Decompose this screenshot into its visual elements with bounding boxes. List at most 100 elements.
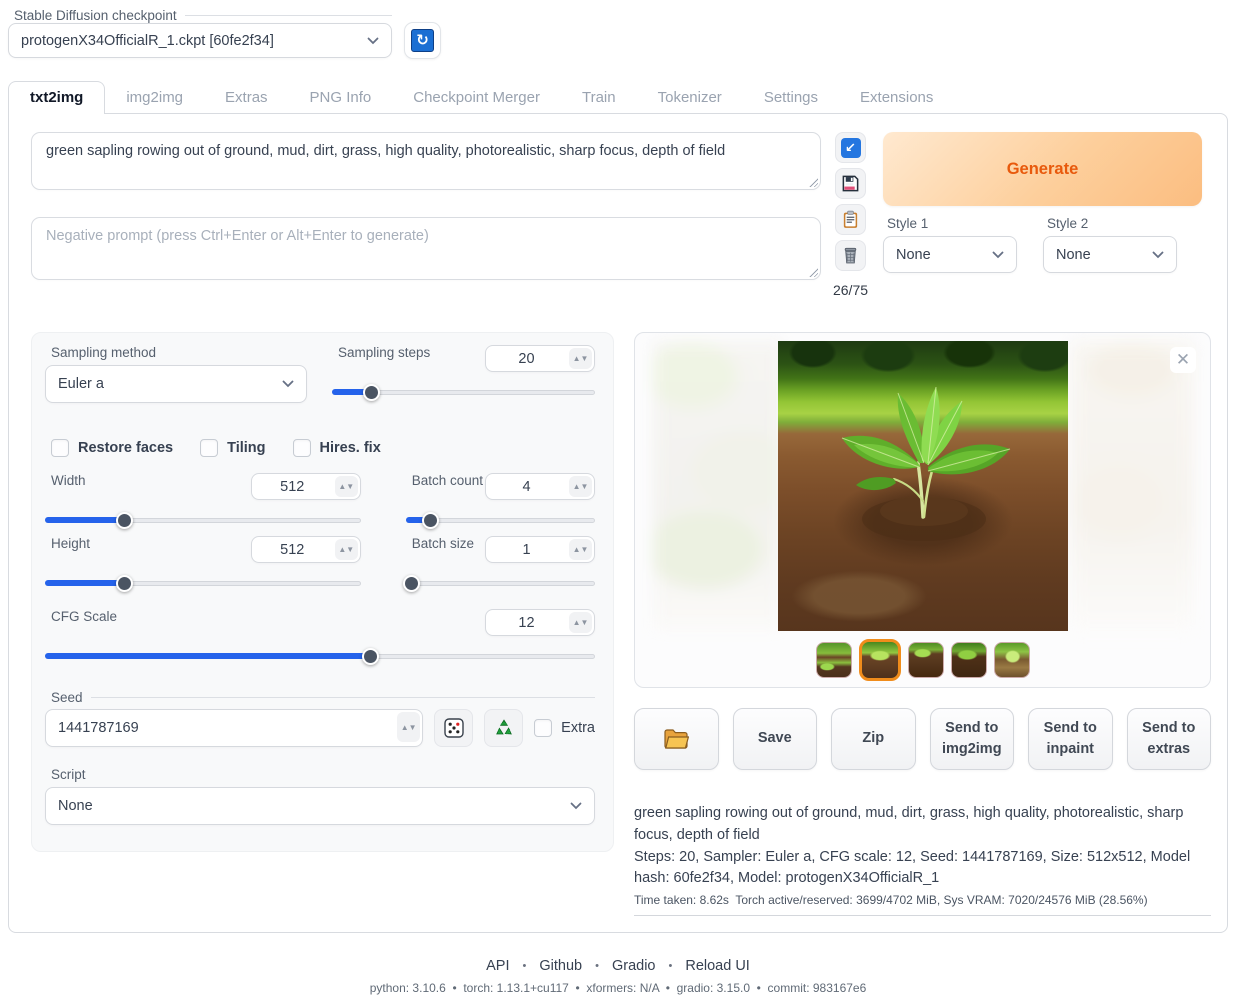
thumbnail-3[interactable]	[908, 642, 944, 678]
style2-select[interactable]: None	[1043, 236, 1177, 273]
width-label: Width	[51, 473, 86, 488]
style1-value: None	[896, 247, 931, 263]
height-input[interactable]: ▲▼	[251, 536, 361, 563]
random-seed-button[interactable]	[434, 709, 473, 747]
save-button[interactable]: Save	[733, 708, 818, 770]
tiling-checkbox[interactable]: Tiling	[200, 439, 265, 457]
style1-select[interactable]: None	[883, 236, 1017, 273]
send-to-img2img-button[interactable]: Send to img2img	[930, 708, 1015, 770]
output-actions: Save Zip Send to img2img Send to inpaint…	[634, 708, 1211, 770]
gallery-thumbnails	[635, 639, 1210, 681]
paste-params-button[interactable]: ↙	[835, 132, 866, 163]
chevron-down-icon	[570, 802, 582, 810]
cfg-scale-slider[interactable]	[45, 648, 595, 664]
seed-input[interactable]: ▲▼	[45, 709, 423, 747]
clear-prompt-button[interactable]	[835, 240, 866, 271]
sampling-method-select[interactable]: Euler a	[45, 365, 307, 403]
extra-label: Extra	[561, 720, 595, 736]
thumbnail-5[interactable]	[994, 642, 1030, 678]
checkpoint-header: Stable Diffusion checkpoint protogenX34O…	[8, 8, 1228, 59]
stepper-arrows[interactable]: ▲▼	[397, 712, 420, 742]
refresh-icon: ↻	[411, 29, 434, 52]
checkbox-box	[534, 719, 552, 737]
batch-size-value[interactable]	[486, 542, 567, 558]
cfg-scale-label: CFG Scale	[51, 609, 117, 624]
reuse-seed-button[interactable]	[484, 709, 523, 747]
checkbox-box	[293, 439, 311, 457]
cfg-scale-input[interactable]: ▲▼	[485, 609, 595, 636]
batch-count-label: Batch count	[412, 473, 483, 488]
prompt-input[interactable]: green sapling rowing out of ground, mud,…	[31, 132, 821, 190]
thumbnail-4[interactable]	[951, 642, 987, 678]
label-line	[185, 15, 392, 16]
generated-image[interactable]	[778, 341, 1068, 631]
info-prompt-text: green sapling rowing out of ground, mud,…	[634, 803, 1211, 847]
send-to-extras-button[interactable]: Send to extras	[1127, 708, 1212, 770]
sampling-steps-input[interactable]: ▲▼	[485, 345, 595, 372]
footer-link-reload-ui[interactable]: Reload UI	[685, 958, 749, 974]
tab-tokenizer[interactable]: Tokenizer	[637, 82, 743, 114]
seed-value[interactable]	[46, 720, 395, 736]
tab-img2img[interactable]: img2img	[105, 82, 204, 114]
recycle-icon	[493, 717, 515, 739]
refresh-checkpoints-button[interactable]: ↻	[404, 22, 441, 59]
negative-prompt-input[interactable]	[31, 217, 821, 280]
footer-link-api[interactable]: API	[486, 958, 509, 974]
sampling-steps-slider[interactable]	[332, 384, 595, 400]
zip-button[interactable]: Zip	[831, 708, 916, 770]
stepper-arrows[interactable]: ▲▼	[335, 476, 358, 497]
sampling-steps-value[interactable]	[486, 351, 567, 367]
tab-extras[interactable]: Extras	[204, 82, 289, 114]
info-time-text: Time taken: 8.62s Torch active/reserved:…	[634, 893, 1211, 907]
chevron-down-icon	[282, 380, 294, 388]
prompt-tools: ↙ 26/75	[835, 132, 866, 298]
footer-link-gradio[interactable]: Gradio	[612, 958, 656, 974]
floppy-disk-icon	[841, 174, 860, 193]
batch-count-input[interactable]: ▲▼	[485, 473, 595, 500]
thumbnail-1[interactable]	[816, 642, 852, 678]
tab-settings[interactable]: Settings	[743, 82, 839, 114]
width-input[interactable]: ▲▼	[251, 473, 361, 500]
send-to-inpaint-button[interactable]: Send to inpaint	[1028, 708, 1113, 770]
batch-size-slider[interactable]	[406, 575, 595, 591]
extra-seed-checkbox[interactable]: Extra	[534, 719, 595, 737]
tab-png-info[interactable]: PNG Info	[289, 82, 393, 114]
tab-checkpoint-merger[interactable]: Checkpoint Merger	[392, 82, 561, 114]
script-select[interactable]: None	[45, 787, 595, 825]
generate-column: Generate Style 1 None Style 2 None	[883, 132, 1202, 298]
stepper-arrows[interactable]: ▲▼	[569, 348, 592, 369]
generate-button[interactable]: Generate	[883, 132, 1202, 206]
width-slider[interactable]	[45, 512, 361, 528]
batch-count-value[interactable]	[486, 479, 567, 495]
checkpoint-select[interactable]: protogenX34OfficialR_1.ckpt [60fe2f34]	[8, 23, 392, 58]
apply-style-button[interactable]	[835, 204, 866, 235]
arrow-down-left-icon: ↙	[841, 138, 861, 158]
hires-fix-checkbox[interactable]: Hires. fix	[293, 439, 381, 457]
restore-faces-checkbox[interactable]: Restore faces	[51, 439, 173, 457]
save-style-button[interactable]	[835, 168, 866, 199]
tab-txt2img[interactable]: txt2img	[8, 81, 105, 114]
stepper-arrows[interactable]: ▲▼	[335, 539, 358, 560]
cfg-scale-value[interactable]	[486, 615, 567, 631]
prompt-column: green sapling rowing out of ground, mud,…	[31, 132, 821, 298]
chevron-down-icon	[1152, 251, 1164, 259]
batch-count-slider[interactable]	[406, 512, 595, 528]
batch-size-input[interactable]: ▲▼	[485, 536, 595, 563]
width-value[interactable]	[252, 479, 333, 495]
tab-train[interactable]: Train	[561, 82, 637, 114]
script-value: None	[58, 798, 93, 814]
thumbnail-2-selected[interactable]	[859, 639, 901, 681]
dice-icon	[443, 717, 465, 739]
close-gallery-button[interactable]: ✕	[1170, 347, 1196, 373]
height-slider[interactable]	[45, 575, 361, 591]
separator-dot: •	[595, 960, 599, 972]
open-folder-button[interactable]	[634, 708, 719, 770]
generation-info: green sapling rowing out of ground, mud,…	[634, 803, 1211, 916]
stepper-arrows[interactable]: ▲▼	[569, 612, 592, 633]
height-value[interactable]	[252, 542, 333, 558]
stepper-arrows[interactable]: ▲▼	[569, 476, 592, 497]
generation-settings-panel: Sampling method Euler a Sampling steps ▲…	[31, 332, 614, 852]
tab-extensions[interactable]: Extensions	[839, 82, 954, 114]
stepper-arrows[interactable]: ▲▼	[569, 539, 592, 560]
footer-link-github[interactable]: Github	[539, 958, 582, 974]
